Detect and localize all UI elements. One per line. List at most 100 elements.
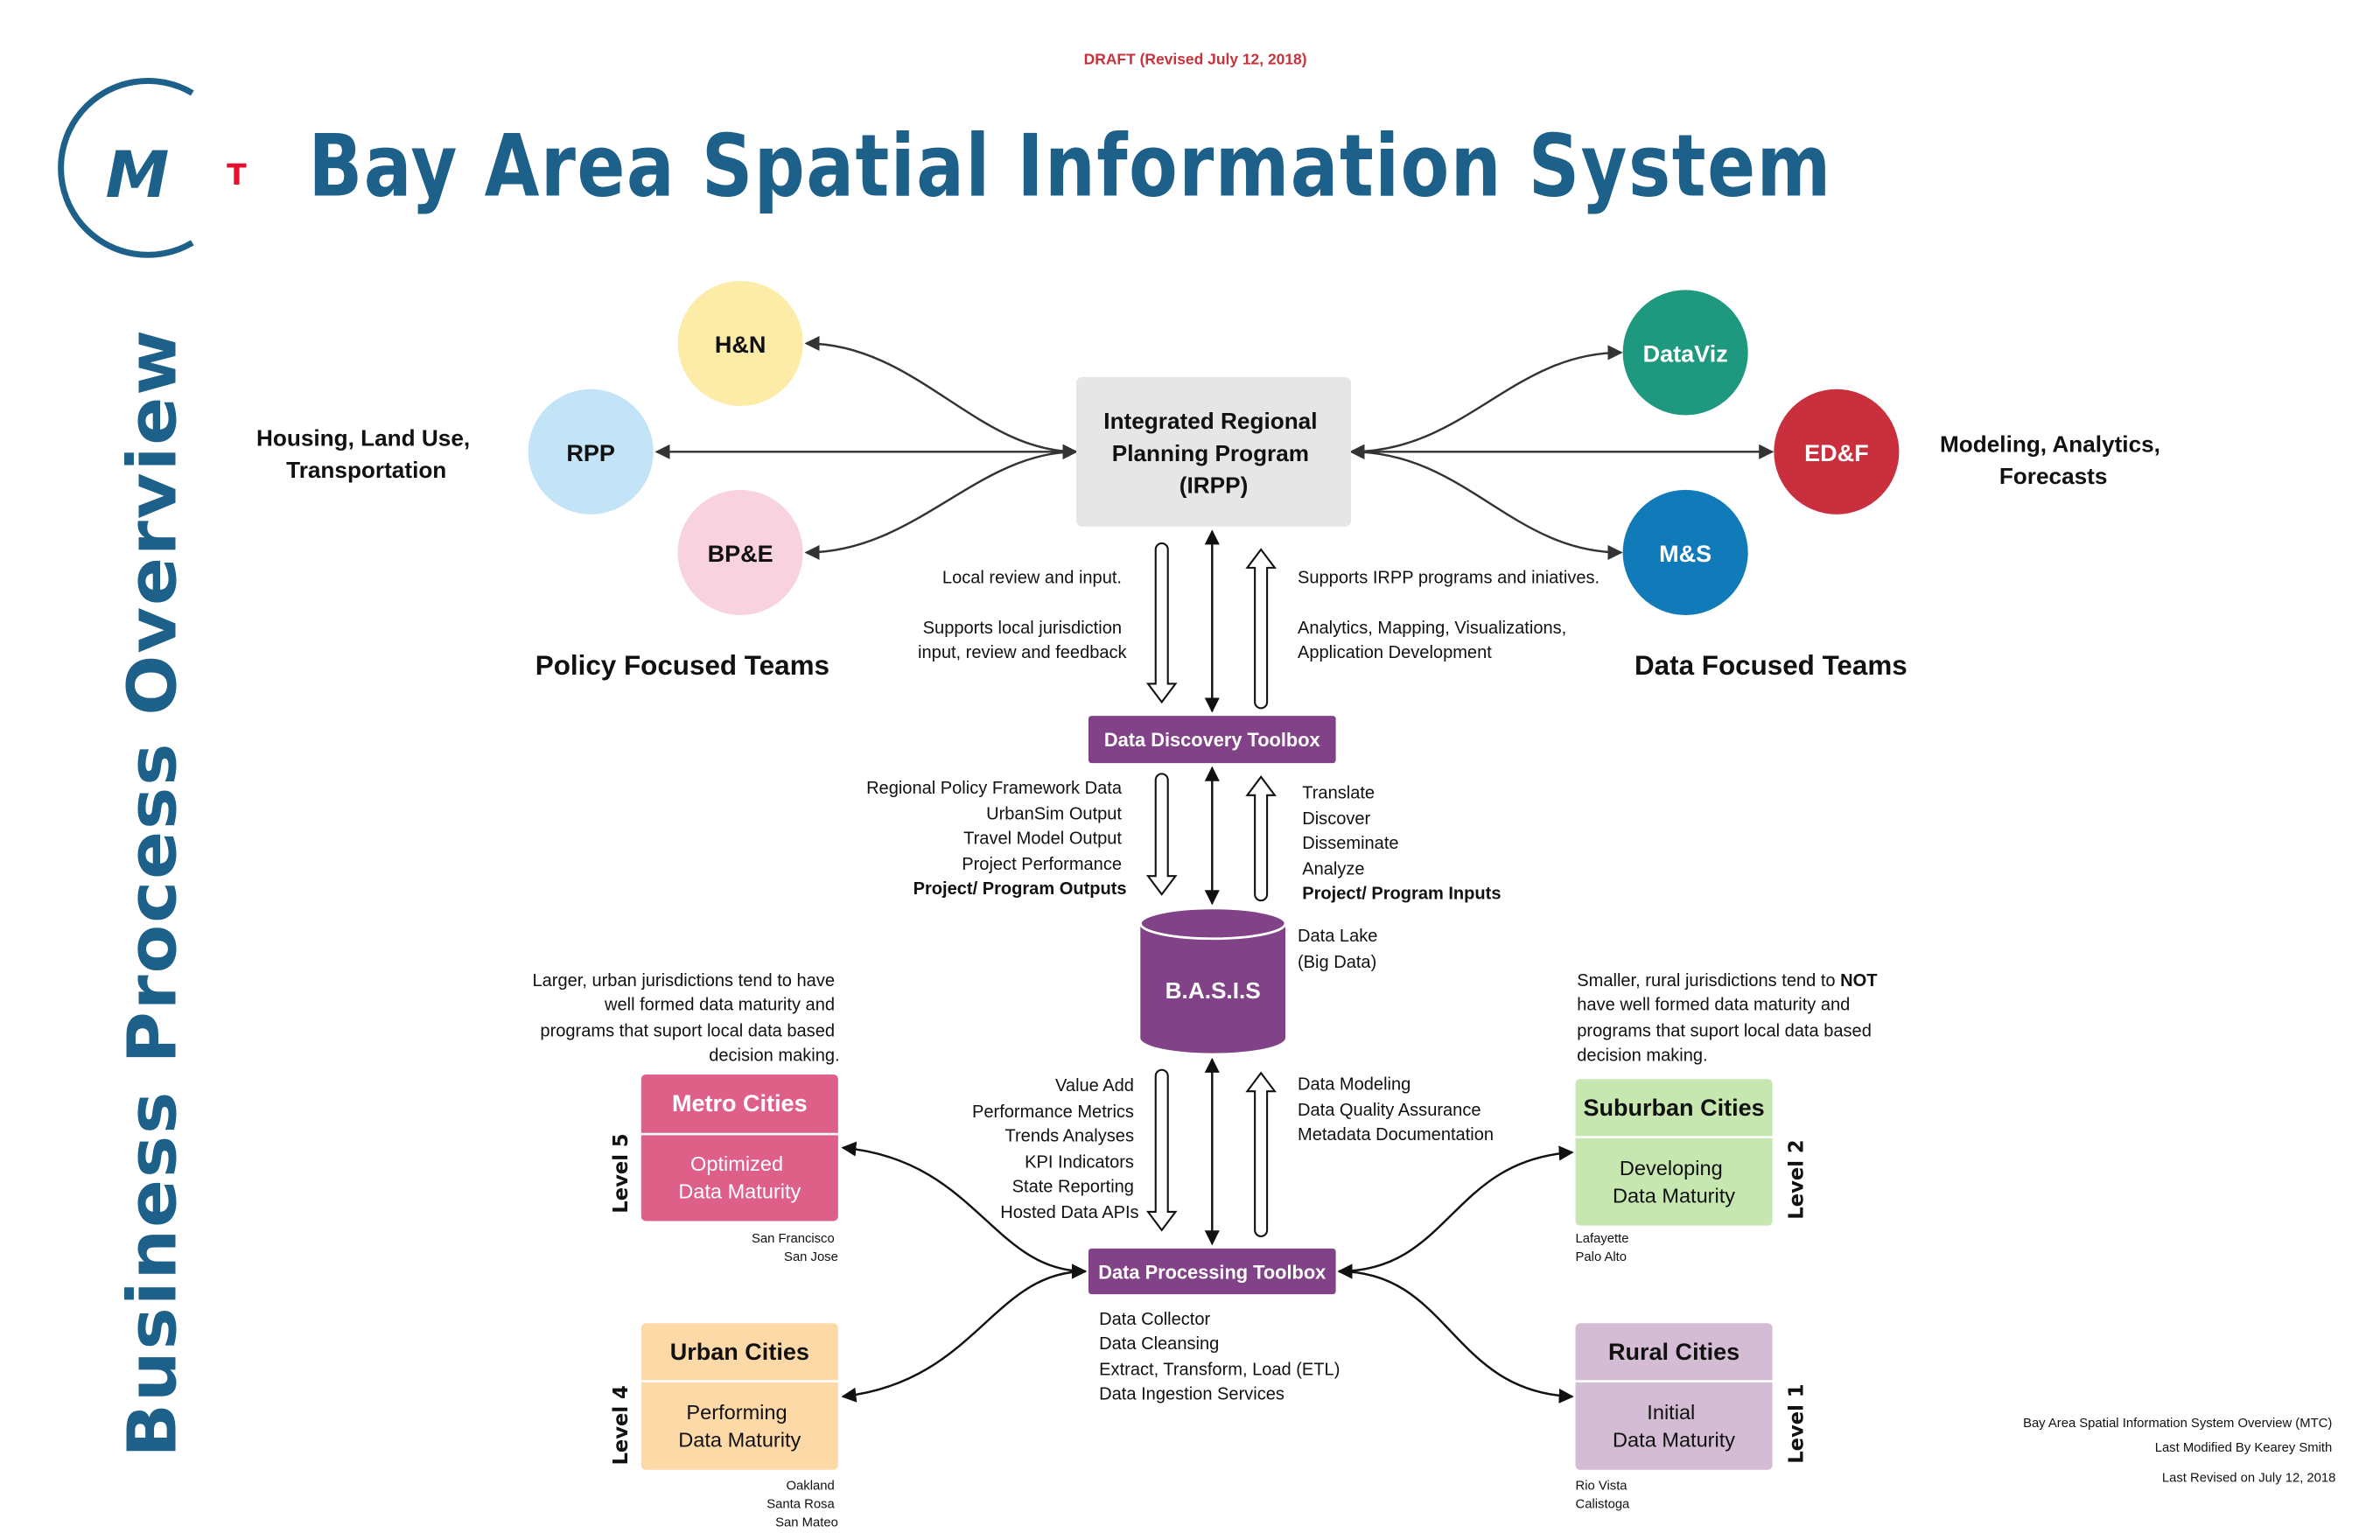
team-hn[interactable]: H&N (677, 280, 803, 406)
team-dataviz[interactable]: DataViz (1622, 290, 1748, 416)
urban-jurisdiction-note: Larger, urban jurisdictions tend to have… (533, 971, 840, 1065)
note-line: Disseminate (1302, 834, 1398, 853)
connector-dpt-rural (1337, 1264, 1574, 1404)
connector-irpp-ms (1349, 444, 1623, 560)
note-line: Larger, urban jurisdictions tend to have (533, 971, 836, 990)
tier-suburban-cities[interactable]: Suburban Cities Developing Data Maturity (1575, 1079, 1773, 1226)
policy-description-line: Transportation (286, 457, 446, 483)
team-bpe[interactable]: BP&E (677, 489, 803, 615)
hollow-arrow-down-icon (1145, 1068, 1178, 1232)
processing-right-notes: Data Modeling Data Quality Assurance Met… (1298, 1074, 1494, 1144)
team-label: RPP (566, 440, 615, 466)
example-city: Palo Alto (1576, 1250, 1627, 1264)
team-label: ED&F (1804, 440, 1869, 466)
connector-irpp-dataviz (1349, 345, 1623, 459)
basis-database[interactable]: B.A.S.I.S (1138, 906, 1287, 1054)
data-processing-toolbox[interactable]: Data Processing Toolbox (1088, 1248, 1336, 1295)
team-label: BP&E (708, 541, 774, 567)
maturity-line: Data Maturity (678, 1429, 801, 1452)
draft-notice: DRAFT (Revised July 12, 2018) (1084, 50, 1307, 67)
irpp-box[interactable]: Integrated Regional Planning Program (IR… (1076, 376, 1352, 527)
note-line: Application Development (1298, 643, 1492, 662)
basis-note: Data Lake (Big Data) (1298, 927, 1382, 972)
example-city: San Jose (784, 1250, 838, 1264)
team-ms[interactable]: M&S (1622, 489, 1748, 615)
note-line-bold: Project/ Program Outputs (914, 879, 1127, 899)
note-line: Hosted Data APIs (1000, 1203, 1138, 1222)
hollow-arrow-down-icon (1145, 542, 1178, 704)
tier-level: Level 4 (610, 1385, 633, 1465)
tier-level: Level 2 (1785, 1139, 1808, 1219)
note-line: UrbanSim Output (986, 805, 1122, 824)
mtc-logo: M T (58, 78, 247, 258)
example-city: Oakland (787, 1479, 835, 1493)
dpt-label: Data Processing Toolbox (1098, 1262, 1326, 1284)
example-city: San Mateo (775, 1516, 838, 1530)
tier-examples: Oakland Santa Rosa San Mateo (766, 1479, 838, 1530)
note-line: Discover (1302, 809, 1370, 829)
connector-irpp-hn (804, 335, 1078, 459)
discovery-right-notes: Translate Discover Disseminate Analyze P… (1302, 783, 1501, 903)
policy-teams-heading: Policy Focused Teams (536, 650, 830, 681)
diagram-canvas: DRAFT (Revised July 12, 2018) M T Bay Ar… (58, 50, 2335, 1530)
connector-irpp-bpe (804, 444, 1078, 560)
rural-jurisdiction-note: Smaller, rural jurisdictions tend to NOT… (1577, 971, 1882, 1065)
tier-level: Level 1 (1785, 1383, 1808, 1463)
note-line: have well formed data maturity and (1577, 996, 1850, 1015)
note-line: State Reporting (1012, 1177, 1134, 1196)
team-label: H&N (715, 332, 766, 358)
irpp-left-notes: Local review and input. Supports local j… (918, 568, 1127, 662)
note-line: decision making. (709, 1046, 839, 1065)
maturity-line: Data Maturity (1613, 1185, 1735, 1208)
note-line: Trends Analyses (1005, 1127, 1134, 1146)
example-city: Lafayette (1576, 1232, 1629, 1246)
tier-examples: Lafayette Palo Alto (1576, 1232, 1633, 1264)
note-line: Supports local jurisdiction (923, 619, 1122, 638)
tier-metro-cities[interactable]: Metro Cities Optimized Data Maturity (640, 1074, 838, 1222)
policy-description: Housing, Land Use, Transportation (256, 424, 476, 483)
tier-name: Urban Cities (670, 1339, 809, 1365)
processing-left-notes: Value Add Performance Metrics Trends Ana… (972, 1076, 1139, 1222)
logo-letter-t: T (227, 158, 247, 192)
tier-name: Metro Cities (672, 1090, 808, 1116)
note-line: KPI Indicators (1025, 1152, 1134, 1172)
connector-dpt-suburban (1337, 1145, 1574, 1279)
footer: Bay Area Spatial Information System Over… (2023, 1417, 2335, 1486)
tier-urban-cities[interactable]: Urban Cities Performing Data Maturity (640, 1323, 838, 1470)
tier-rural-cities[interactable]: Rural Cities Initial Data Maturity (1575, 1323, 1773, 1470)
team-label: DataViz (1643, 340, 1728, 367)
team-edf[interactable]: ED&F (1774, 388, 1900, 514)
data-description: Modeling, Analytics, Forecasts (1940, 430, 2166, 489)
note-line: programs that suport local data based (1577, 1021, 1872, 1040)
maturity-line: Data Maturity (1613, 1429, 1735, 1452)
note-line: Regional Policy Framework Data (866, 779, 1123, 798)
maturity-line: Initial (1647, 1401, 1695, 1424)
note-line: programs that suport local data based (540, 1021, 835, 1040)
irpp-label-line: Integrated Regional (1103, 408, 1317, 434)
service-item: Extract, Transform, Load (ETL) (1099, 1361, 1340, 1380)
note-emphasis: NOT (1840, 971, 1878, 990)
note-line-bold: Project/ Program Inputs (1302, 884, 1501, 903)
hollow-arrow-up-icon (1245, 548, 1277, 710)
maturity-line: Performing (686, 1401, 787, 1424)
hollow-arrow-up-icon (1245, 1071, 1277, 1237)
logo-letter-m: M (106, 138, 170, 213)
note-line: Travel Model Output (963, 830, 1122, 849)
discovery-left-notes: Regional Policy Framework Data UrbanSim … (866, 779, 1127, 899)
note-line: Data Quality Assurance (1298, 1101, 1481, 1120)
connector-dpt-urban (841, 1264, 1088, 1403)
note-line: (Big Data) (1298, 953, 1376, 972)
maturity-line: Developing (1620, 1157, 1723, 1180)
tier-name: Rural Cities (1608, 1339, 1740, 1365)
irpp-label-line: Planning Program (1112, 440, 1309, 466)
dpt-services: Data Collector Data Cleansing Extract, T… (1099, 1310, 1345, 1404)
note-line: Data Modeling (1298, 1074, 1410, 1094)
note-line: Analytics, Mapping, Visualizations, (1298, 619, 1566, 638)
team-rpp[interactable]: RPP (528, 388, 654, 514)
page-title: Bay Area Spatial Information System (308, 116, 1831, 216)
maturity-line: Data Maturity (678, 1180, 801, 1202)
note-line: Smaller, rural jurisdictions tend to NOT (1577, 971, 1878, 990)
database-top (1138, 906, 1287, 941)
data-discovery-toolbox[interactable]: Data Discovery Toolbox (1088, 716, 1336, 764)
service-item: Data Cleansing (1099, 1334, 1219, 1354)
